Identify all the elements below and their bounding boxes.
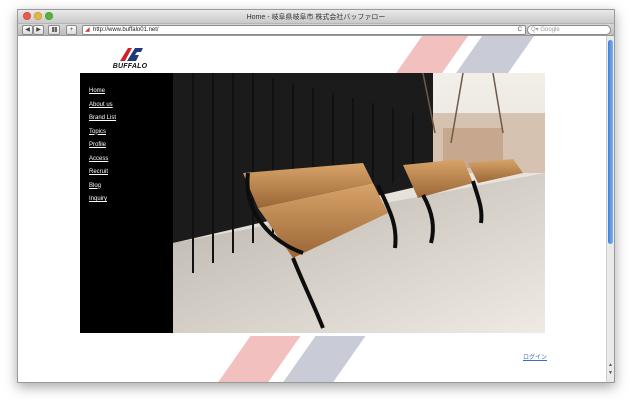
logo-text: BUFFALO (112, 63, 148, 70)
search-field[interactable]: Q▾ Google (527, 25, 611, 35)
nav-link-home[interactable]: Home (89, 88, 116, 94)
back-button[interactable]: ◀ (22, 25, 33, 35)
nav-link-topics[interactable]: Topics (89, 129, 116, 135)
search-placeholder: Google (540, 27, 560, 33)
browser-toolbar: ◀ ▶ + ◢ http://www.buffalo01.net/ C Q▾ Go… (18, 24, 614, 36)
forward-button[interactable]: ▶ (33, 25, 44, 35)
scroll-down-arrow-icon[interactable]: ▼ (608, 370, 613, 376)
site-favicon-icon: ◢ (85, 27, 90, 33)
scrollbar-thumb[interactable] (608, 40, 613, 244)
search-icon: Q▾ (531, 27, 539, 33)
buffalo-logo-icon (120, 48, 143, 61)
address-bar[interactable]: ◢ http://www.buffalo01.net/ C (82, 25, 526, 35)
book-icon (51, 27, 57, 32)
nav-link-recruit[interactable]: Recruit (89, 169, 116, 175)
add-bookmark-button[interactable]: + (66, 25, 77, 35)
address-text: http://www.buffalo01.net/ (93, 27, 159, 33)
nav-link-inquiry[interactable]: Inquiry (89, 196, 116, 202)
bookmarks-button[interactable] (48, 25, 60, 35)
site-logo[interactable]: BUFFALO (110, 44, 150, 74)
login-link[interactable]: ログイン (523, 352, 547, 361)
hero-panel: Home About us Brand List Topics Profile … (80, 73, 545, 333)
nav-link-blog[interactable]: Blog (89, 183, 116, 189)
nav-link-profile[interactable]: Profile (89, 142, 116, 148)
title-bar: Home - 岐阜県岐阜市 株式会社バッファロー (18, 10, 614, 24)
vertical-scrollbar[interactable]: ▲ ▼ (606, 36, 614, 382)
scroll-up-arrow-icon[interactable]: ▲ (608, 362, 613, 368)
window-title: Home - 岐阜県岐阜市 株式会社バッファロー (246, 14, 386, 21)
nav-link-access[interactable]: Access (89, 156, 116, 162)
browser-window: Home - 岐阜県岐阜市 株式会社バッファロー ◀ ▶ + ◢ http://w… (17, 9, 615, 383)
nav-link-brand-list[interactable]: Brand List (89, 115, 116, 121)
decor-stripe-gray-top (453, 36, 535, 76)
hero-photo-benches (173, 73, 545, 333)
reload-button[interactable]: C (518, 26, 522, 34)
page-content: BUFFALO Home About us Brand List Topics … (18, 36, 614, 382)
nav-link-about-us[interactable]: About us (89, 102, 116, 108)
main-nav: Home About us Brand List Topics Profile … (89, 88, 116, 210)
